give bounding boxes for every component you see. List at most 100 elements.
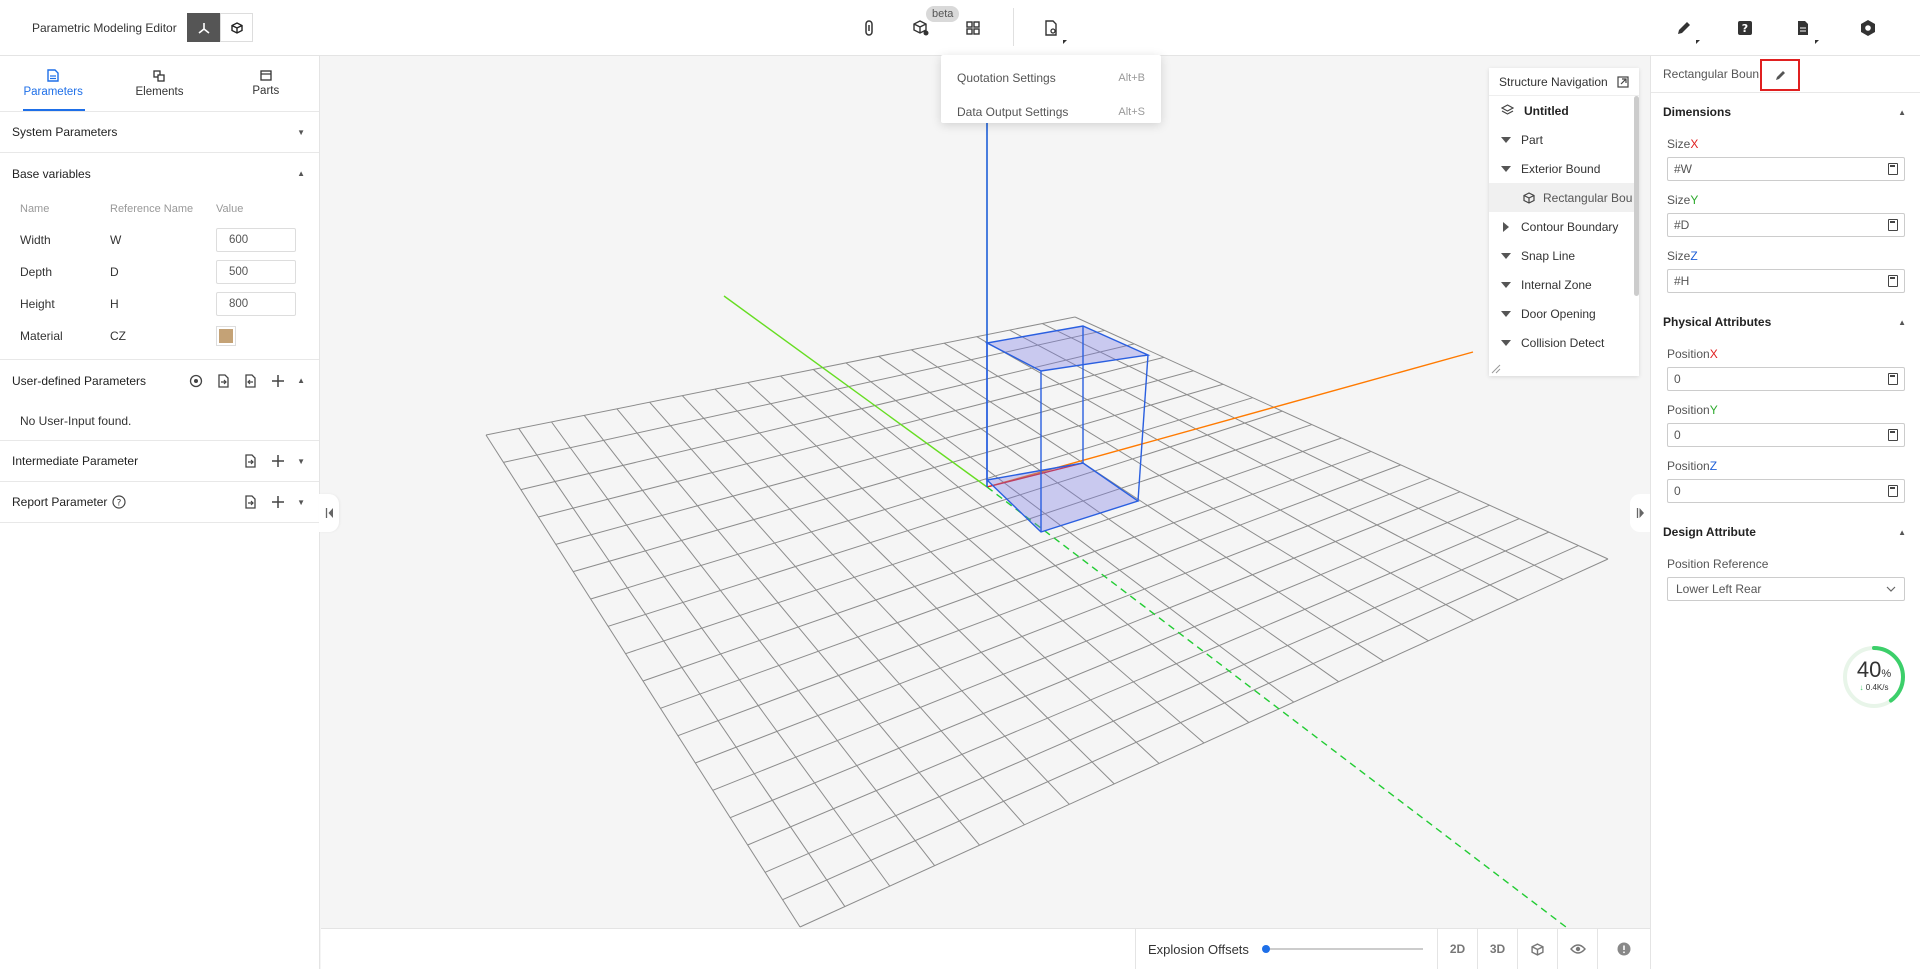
position-z-input[interactable]: 0 bbox=[1667, 479, 1905, 503]
import-icon[interactable] bbox=[244, 495, 257, 509]
view-2d-button[interactable]: 2D bbox=[1437, 929, 1477, 969]
visibility-button[interactable] bbox=[1557, 929, 1597, 969]
import-icon[interactable] bbox=[244, 454, 257, 468]
param-value-input[interactable]: 500 bbox=[216, 260, 296, 284]
tree-item-door-opening[interactable]: Door Opening bbox=[1489, 299, 1639, 328]
3d-viewport[interactable] bbox=[321, 56, 1650, 928]
base-variables-header[interactable]: Base variables ▲ bbox=[0, 153, 319, 194]
explosion-offsets-slider[interactable] bbox=[1261, 945, 1423, 953]
speed-percent: 40% bbox=[1856, 657, 1892, 682]
tree-item-collision-detect[interactable]: Collision Detect bbox=[1489, 328, 1639, 357]
tree-item-contour-boundary[interactable]: Contour Boundary bbox=[1489, 212, 1639, 241]
tree-item-exterior-bound[interactable]: Exterior Bound bbox=[1489, 154, 1639, 183]
calculator-icon[interactable] bbox=[1888, 373, 1898, 385]
tree-root[interactable]: Untitled bbox=[1489, 96, 1639, 125]
intermediate-parameter-header[interactable]: Intermediate Parameter ▼ bbox=[0, 441, 319, 482]
calculator-icon[interactable] bbox=[1888, 219, 1898, 231]
slider-thumb[interactable] bbox=[1261, 945, 1270, 953]
design-attribute-header[interactable]: Design Attribute ▲ bbox=[1651, 513, 1920, 551]
col-value: Value bbox=[216, 203, 244, 215]
system-parameters-header[interactable]: System Parameters ▼ bbox=[0, 112, 319, 153]
eye-icon bbox=[1569, 944, 1586, 954]
download-arrow-icon: ↓ bbox=[1859, 683, 1864, 692]
help-button[interactable]: ? bbox=[1731, 14, 1759, 42]
3d-scene[interactable] bbox=[321, 56, 1650, 928]
table-row: Width W 600 bbox=[20, 224, 299, 256]
expand-icon[interactable] bbox=[1501, 281, 1511, 288]
physical-attributes-title: Physical Attributes bbox=[1663, 315, 1772, 329]
design-attribute-title: Design Attribute bbox=[1663, 525, 1756, 539]
tab-elements[interactable]: Elements bbox=[106, 56, 212, 111]
param-value-input[interactable]: 600 bbox=[216, 228, 296, 252]
calculator-icon[interactable] bbox=[1888, 429, 1898, 441]
import-icon[interactable] bbox=[217, 373, 230, 388]
size-y-value: #D bbox=[1674, 218, 1690, 232]
box-bottom-face[interactable] bbox=[985, 462, 1140, 533]
caret-down-icon: ▼ bbox=[297, 456, 305, 466]
export-icon[interactable] bbox=[244, 373, 257, 388]
expand-icon[interactable] bbox=[1501, 165, 1511, 172]
calculator-icon[interactable] bbox=[1888, 163, 1898, 175]
tab-parameters[interactable]: Parameters bbox=[0, 56, 106, 111]
tree-item-rectangular-bound[interactable]: Rectangular Bou bbox=[1489, 183, 1639, 212]
size-y-input[interactable]: #D bbox=[1667, 213, 1905, 237]
size-x-input[interactable]: #W bbox=[1667, 157, 1905, 181]
box-top-face[interactable] bbox=[984, 325, 1151, 372]
param-value-input[interactable]: 800 bbox=[216, 292, 296, 316]
position-x-input[interactable]: 0 bbox=[1667, 367, 1905, 391]
report-parameter-title: Report Parameter bbox=[12, 495, 108, 509]
expand-icon[interactable] bbox=[1501, 339, 1511, 346]
target-icon[interactable] bbox=[189, 374, 203, 388]
settings-button[interactable] bbox=[1854, 14, 1882, 42]
calculator-icon[interactable] bbox=[1888, 485, 1898, 497]
file-menu-button[interactable] bbox=[1789, 14, 1819, 44]
tree-item-snap-line[interactable]: Snap Line bbox=[1489, 241, 1639, 270]
tree-item-internal-zone[interactable]: Internal Zone bbox=[1489, 270, 1639, 299]
cube-mode-button[interactable] bbox=[220, 13, 253, 42]
table-row: Depth D 500 bbox=[20, 256, 299, 288]
dimensions-header[interactable]: Dimensions ▲ bbox=[1651, 93, 1920, 131]
resize-handle-icon[interactable] bbox=[1491, 364, 1501, 374]
svg-text:?: ? bbox=[117, 499, 122, 509]
edit-tool-button[interactable] bbox=[1670, 14, 1700, 44]
position-y-input[interactable]: 0 bbox=[1667, 423, 1905, 447]
caret-up-icon: ▲ bbox=[297, 169, 305, 178]
view-3d-button[interactable]: 3D bbox=[1477, 929, 1517, 969]
link-tool-button[interactable] bbox=[855, 14, 883, 42]
position-reference-select[interactable]: Lower Left Rear bbox=[1667, 577, 1905, 601]
structure-nav-scrollbar[interactable] bbox=[1634, 96, 1639, 296]
expand-icon[interactable] bbox=[1501, 136, 1511, 143]
size-z-input[interactable]: #H bbox=[1667, 269, 1905, 293]
expand-icon[interactable] bbox=[1501, 252, 1511, 259]
add-icon[interactable] bbox=[271, 454, 285, 468]
data-output-settings-item[interactable]: Data Output Settings Alt+S bbox=[941, 95, 1161, 129]
grid-tool-button[interactable] bbox=[959, 14, 987, 42]
expand-icon[interactable] bbox=[1501, 310, 1511, 317]
tree-item-label: Contour Boundary bbox=[1521, 219, 1619, 234]
axis-mode-button[interactable] bbox=[187, 13, 220, 42]
physical-attributes-header[interactable]: Physical Attributes ▲ bbox=[1651, 303, 1920, 341]
tree-item-part[interactable]: Part bbox=[1489, 125, 1639, 154]
param-ref: H bbox=[110, 297, 119, 311]
report-parameter-header[interactable]: Report Parameter ? ▼ bbox=[0, 482, 319, 523]
expand-icon[interactable] bbox=[1503, 221, 1509, 232]
quotation-settings-item[interactable]: Quotation Settings Alt+B bbox=[941, 61, 1161, 95]
cube-view-button[interactable] bbox=[1517, 929, 1557, 969]
material-swatch[interactable] bbox=[216, 326, 236, 346]
collapse-right-panel-button[interactable] bbox=[1630, 494, 1650, 532]
calculator-icon[interactable] bbox=[1888, 275, 1898, 287]
menu-item-label: Quotation Settings bbox=[957, 71, 1056, 85]
document-settings-button[interactable] bbox=[1037, 14, 1067, 44]
popout-icon[interactable] bbox=[1617, 75, 1629, 88]
info-button[interactable] bbox=[1597, 929, 1650, 969]
caret-up-icon: ▲ bbox=[1898, 527, 1906, 537]
settings-dropdown-menu: Quotation Settings Alt+B Data Output Set… bbox=[941, 55, 1161, 123]
user-defined-header[interactable]: User-defined Parameters ▲ bbox=[0, 360, 319, 401]
rename-button[interactable] bbox=[1760, 59, 1800, 91]
help-circle-icon[interactable]: ? bbox=[112, 495, 126, 509]
add-icon[interactable] bbox=[271, 374, 285, 388]
bottom-bar: Explosion Offsets 2D 3D bbox=[321, 928, 1650, 969]
position-x-label: Position X bbox=[1667, 347, 1718, 361]
add-icon[interactable] bbox=[271, 495, 285, 509]
tab-parts[interactable]: Parts bbox=[213, 56, 319, 111]
